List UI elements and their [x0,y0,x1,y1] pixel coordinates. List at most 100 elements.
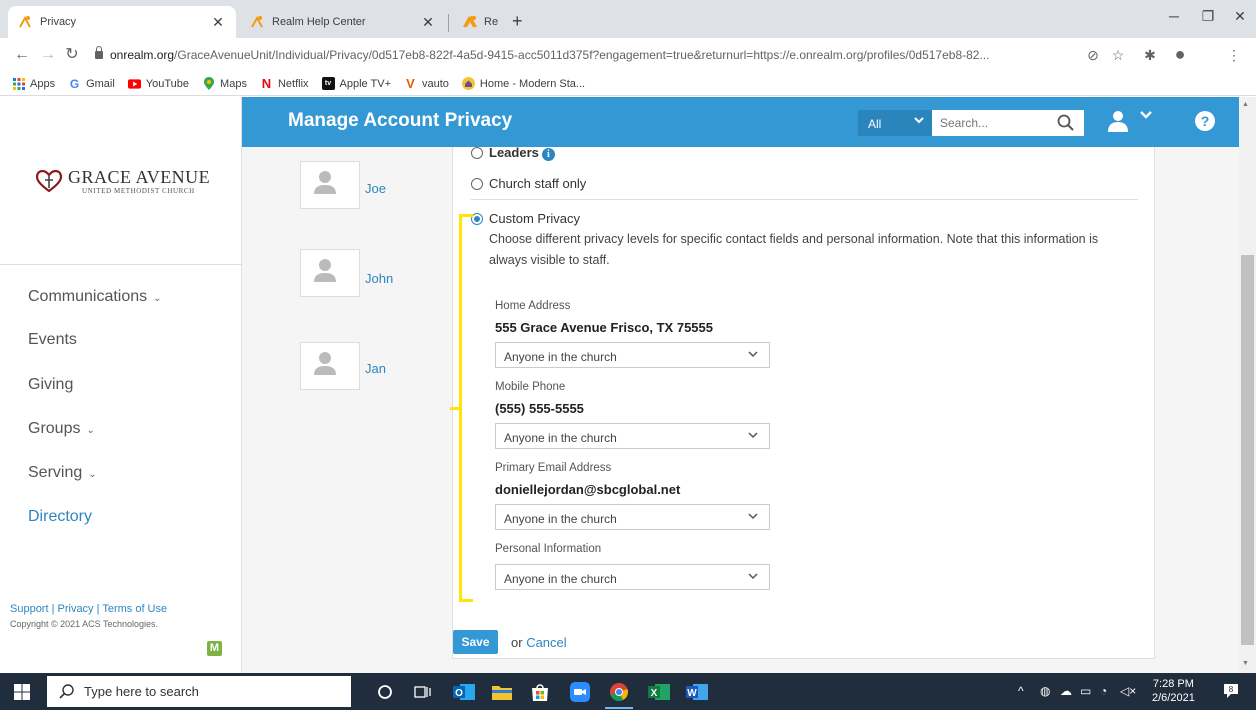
member-name-joe[interactable]: Joe [365,181,386,196]
member-avatar-john[interactable] [300,249,360,297]
chevron-down-icon [747,510,759,525]
bookmark-label: Apps [30,77,56,90]
chevron-down-icon: ⌄ [86,425,95,436]
battery-icon[interactable]: ▭ [1080,684,1091,698]
sidebar-item-serving[interactable]: Serving ⌄ [28,464,97,482]
windows-taskbar: Type here to search O X W ^ ◍ ☁ ▭ ◔ ◁× 7… [0,673,1256,710]
notifications-icon[interactable]: 8 [1222,682,1240,703]
ministry-badge-icon[interactable]: M [207,641,222,656]
restore-icon[interactable]: ❐ [1196,8,1220,25]
tab-privacy[interactable]: Privacy ✕ [8,6,236,38]
close-tab-icon[interactable]: ✕ [420,14,436,31]
personal-information-label: Personal Information [495,543,602,555]
volume-mute-icon[interactable]: ◁× [1120,684,1136,698]
tab-realm-help-2-label[interactable]: Realm Help Center [452,6,508,38]
bookmark-netflix[interactable]: N Netflix [260,76,309,91]
chevron-down-icon: ⌄ [153,293,162,304]
sidebar-item-groups[interactable]: Groups ⌄ [28,420,95,438]
svg-text:O: O [455,688,463,699]
bookmark-apps[interactable]: Apps [12,77,55,90]
bookmark-label: YouTube [145,77,190,90]
mobile-phone-label: Mobile Phone [495,381,566,393]
member-avatar-joe[interactable] [300,161,360,209]
footer-links[interactable]: Support | Privacy | Terms of Use [10,603,167,615]
excel-icon[interactable]: X [648,681,670,703]
radio-leaders[interactable] [471,147,483,159]
microsoft-store-icon[interactable] [529,681,551,703]
church-logo[interactable]: GRACE AVENUE UNITED METHODIST CHURCH [36,167,210,195]
search-scope-select[interactable]: All [858,110,932,136]
url-path: /GraceAvenueUnit/Individual/Privacy/0d51… [174,48,990,62]
scroll-thumb[interactable] [1241,255,1254,645]
chevron-down-icon[interactable] [1139,109,1153,124]
cortana-icon[interactable] [374,681,396,703]
bookmark-appletv[interactable]: tv Apple TV+ [321,77,391,90]
cancel-link[interactable]: Cancel [526,635,566,650]
meet-now-icon[interactable]: ◍ [1040,684,1050,698]
help-icon[interactable]: ? [1195,111,1215,134]
eye-off-icon[interactable]: ⊘ [1083,47,1103,64]
personal-information-privacy-select[interactable]: Anyone in the church [495,564,770,590]
task-view-icon[interactable] [412,681,434,703]
select-value: Anyone in the church [504,431,617,445]
close-tab-icon[interactable]: ✕ [210,14,226,31]
user-icon[interactable] [1108,110,1128,135]
svg-text:X: X [651,688,658,699]
back-arrow-icon[interactable]: ← [12,47,32,63]
chrome-active-indicator [605,707,633,709]
scroll-up-icon[interactable]: ▲ [1242,101,1249,108]
word-icon[interactable]: W [686,681,708,703]
extensions-puzzle-icon[interactable]: ✱ [1140,47,1160,64]
windows-start-icon[interactable] [14,684,30,703]
bookmark-label: Apple TV+ [339,77,391,90]
system-clock[interactable]: 7:28 PM 2/6/2021 [1152,677,1195,705]
show-hidden-icons-icon[interactable]: ^ [1018,684,1024,698]
radio-church-staff-only[interactable] [471,178,483,190]
tab-realm-help-1[interactable]: Realm Help Center ✕ [240,6,446,38]
member-name-jan[interactable]: Jan [365,361,386,376]
bookmark-youtube[interactable]: YouTube [127,77,190,90]
bookmark-maps[interactable]: Maps [202,77,247,90]
chevron-down-icon: ⌄ [88,469,97,480]
zoom-icon[interactable] [569,681,591,703]
search-box [932,110,1084,136]
file-explorer-icon[interactable] [491,681,513,703]
bookmark-home[interactable]: Home - Modern Sta... [461,77,585,90]
bookmark-star-icon[interactable]: ☆ [1108,47,1128,64]
member-avatar-jan[interactable] [300,342,360,390]
minimize-icon[interactable]: ─ [1162,8,1186,24]
mobile-phone-privacy-select[interactable]: Anyone in the church [495,423,770,449]
chrome-icon[interactable] [608,681,630,703]
url-field[interactable]: onrealm.org/GraceAvenueUnit/Individual/P… [110,48,1050,62]
wifi-icon[interactable]: ◔ [1100,684,1107,698]
taskbar-search-placeholder: Type here to search [84,684,199,699]
menu-dots-icon[interactable]: ⋮ [1224,47,1244,64]
apps-grid-icon [12,77,25,90]
forward-arrow-icon[interactable]: → [38,47,58,63]
sidebar-item-communications[interactable]: Communications ⌄ [28,288,162,306]
outlook-icon[interactable]: O [453,681,475,703]
sidebar-item-events[interactable]: Events [28,331,77,349]
home-address-label: Home Address [495,300,571,312]
sidebar-item-directory[interactable]: Directory [28,508,92,526]
tab-title: Realm Help Center [484,16,498,28]
sidebar-item-giving[interactable]: Giving [28,376,73,394]
close-window-icon[interactable]: ✕ [1228,8,1252,25]
search-icon[interactable] [1057,114,1074,134]
primary-email-privacy-select[interactable]: Anyone in the church [495,504,770,530]
bookmark-vauto[interactable]: V vauto [404,76,449,91]
taskbar-search[interactable]: Type here to search [47,676,351,707]
onedrive-cloud-icon[interactable]: ☁ [1060,684,1072,698]
info-icon[interactable]: i [541,148,555,161]
search-input[interactable] [932,110,1042,136]
primary-email-label: Primary Email Address [495,462,612,474]
scroll-down-icon[interactable]: ▼ [1242,660,1249,667]
new-tab-button[interactable]: + [512,12,523,30]
profile-icon[interactable]: ● [1170,44,1190,65]
page-scrollbar[interactable]: ▲ ▼ [1239,97,1256,673]
bookmark-gmail[interactable]: G Gmail [68,77,115,91]
reload-icon[interactable]: ↻ [62,47,82,63]
member-name-john[interactable]: John [365,271,393,286]
home-address-privacy-select[interactable]: Anyone in the church [495,342,770,368]
save-button[interactable]: Save [453,630,498,654]
